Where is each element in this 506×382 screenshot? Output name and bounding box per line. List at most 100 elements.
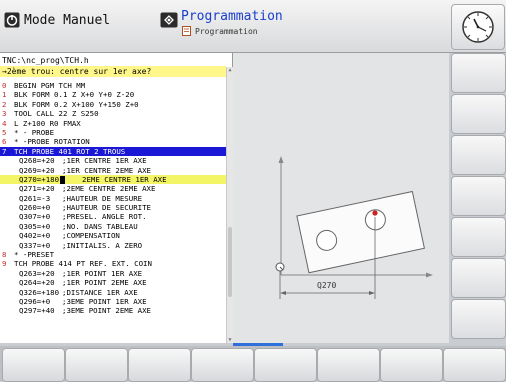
- horizontal-softkey-bar: [0, 346, 506, 382]
- softkey-right-5[interactable]: [451, 217, 506, 257]
- file-icon: [182, 26, 191, 36]
- softkey-bottom-8[interactable]: [443, 348, 506, 382]
- param-comment: ;HAUTEUR DE SECURITE: [62, 203, 151, 213]
- dimension-label: Q270: [317, 281, 336, 290]
- program-line[interactable]: 8 * -PRESET: [0, 250, 226, 259]
- param-comment: ;COMPENSATION: [62, 231, 120, 241]
- parameter-line[interactable]: Q296=+0 ;3EME POINT 1ER AXE: [0, 297, 226, 306]
- softkey-bottom-3[interactable]: [128, 348, 191, 382]
- param-value: Q264=+20: [19, 278, 55, 288]
- parameter-line[interactable]: Q269=+20 ;1ER CENTRE 2EME AXE: [0, 166, 226, 175]
- program-line[interactable]: 3 TOOL CALL 22 Z S250: [0, 109, 226, 118]
- program-edit-icon: [160, 12, 178, 28]
- line-number: 8: [2, 250, 7, 260]
- softkey-right-3[interactable]: [451, 135, 506, 175]
- softkey-right-1[interactable]: [451, 53, 506, 93]
- line-text: * -PRESET: [14, 250, 55, 260]
- param-value-input[interactable]: Q270=+180: [19, 174, 66, 185]
- parameter-line[interactable]: Q260=+0 ;HAUTEUR DE SECURITE: [0, 203, 226, 212]
- param-comment: ;HAUTEUR DE MESURE: [62, 193, 143, 203]
- program-line[interactable]: 5 * - PROBE: [0, 128, 226, 137]
- param-value: Q270=+180: [19, 174, 60, 184]
- parameter-line[interactable]: Q297=+40 ;3EME POINT 2EME AXE: [0, 306, 226, 315]
- param-value: Q337=+0: [19, 240, 51, 250]
- line-text: TCH PROBE 414 PT REF. EXT. COIN: [14, 259, 152, 269]
- dim-arrow-right-icon: [369, 291, 375, 295]
- line-text: * -PROBE ROTATION: [14, 137, 90, 147]
- softkey-bottom-6[interactable]: [317, 348, 380, 382]
- line-number: 0: [2, 81, 7, 90]
- program-mode-indicator[interactable]: Programmation Programmation: [160, 9, 360, 46]
- param-value: Q263=+20: [19, 268, 55, 278]
- line-text: TOOL CALL 22 Z S250: [14, 109, 99, 119]
- help-graphic-panel: Q270: [233, 53, 449, 343]
- param-value: Q271=+20: [19, 184, 55, 194]
- program-line[interactable]: 2 BLK FORM 0.2 X+100 Y+150 Z+0: [0, 100, 226, 109]
- softkey-right-2[interactable]: [451, 94, 506, 134]
- param-comment: ;3EME POINT 2EME AXE: [62, 306, 151, 316]
- parameter-line[interactable]: Q326=+180 ;DISTANCE 1ER AXE: [0, 288, 226, 297]
- line-text: BLK FORM 0.2 X+100 Y+150 Z+0: [14, 99, 139, 109]
- parameter-line[interactable]: Q261=-3 ;HAUTEUR DE MESURE: [0, 194, 226, 203]
- softkey-bottom-2[interactable]: [65, 348, 128, 382]
- workpiece: [296, 190, 425, 274]
- param-value: Q269=+20: [19, 165, 55, 175]
- program-line[interactable]: 9 TCH PROBE 414 PT REF. EXT. COIN: [0, 259, 226, 268]
- param-value: Q305=+0: [19, 221, 51, 231]
- line-number: 3: [2, 109, 7, 119]
- softkey-bottom-4[interactable]: [191, 348, 254, 382]
- program-sub-text: Programmation: [195, 27, 258, 36]
- scroll-thumb[interactable]: [228, 227, 232, 297]
- line-text: BEGIN PGM TCH MM: [14, 81, 86, 90]
- program-line[interactable]: 4 L Z+100 R0 FMAX: [0, 119, 226, 128]
- probe-point-icon: [372, 210, 378, 216]
- vertical-softkey-bar: [451, 53, 506, 343]
- parameter-line[interactable]: Q337=+0 ;INITIALIS. A ZERO: [0, 241, 226, 250]
- line-number: 7: [2, 146, 7, 156]
- x-axis-arrow-icon: [426, 272, 433, 278]
- parameter-line[interactable]: Q402=+0 ;COMPENSATION: [0, 231, 226, 240]
- line-text: * - PROBE: [14, 127, 55, 137]
- parameter-line[interactable]: Q268=+20 ;1ER CENTRE 1ER AXE: [0, 156, 226, 165]
- dialog-prompt: →2ème trou: centre sur 1er axe?: [0, 66, 226, 77]
- program-path: TNC:\nc_prog\TCH.h: [2, 56, 89, 65]
- parameter-line[interactable]: Q264=+20 ;1ER POINT 2EME AXE: [0, 278, 226, 287]
- mode-indicator[interactable]: Mode Manuel: [4, 6, 152, 40]
- param-comment: ;2EME CENTRE 2EME AXE: [62, 184, 156, 194]
- param-comment: 2EME CENTRE 1ER AXE: [82, 174, 167, 184]
- program-line[interactable]: 1 BLK FORM 0.1 Z X+0 Y+0 Z-20: [0, 90, 226, 99]
- program-line[interactable]: 0 BEGIN PGM TCH MM: [0, 81, 226, 90]
- line-text: L Z+100 R0 FMAX: [14, 118, 81, 128]
- program-editor[interactable]: TNC:\nc_prog\TCH.h →2ème trou: centre su…: [0, 53, 233, 343]
- softkey-right-6[interactable]: [451, 258, 506, 298]
- mode-label: Mode Manuel: [24, 13, 111, 28]
- softkey-right-4[interactable]: [451, 176, 506, 216]
- line-number: 2: [2, 99, 7, 109]
- softkey-right-7[interactable]: [451, 299, 506, 339]
- clock-button[interactable]: [451, 4, 505, 50]
- parameter-line[interactable]: Q305=+0 ;NO. DANS TABLEAU: [0, 222, 226, 231]
- program-line[interactable]: 6 * -PROBE ROTATION: [0, 137, 226, 146]
- line-number: 1: [2, 90, 7, 100]
- param-value: Q307=+0: [19, 212, 51, 222]
- softkey-bottom-7[interactable]: [380, 348, 443, 382]
- parameter-line-active[interactable]: Q270=+180 2EME CENTRE 1ER AXE: [0, 174, 226, 185]
- param-comment: ;1ER CENTRE 2EME AXE: [62, 165, 151, 175]
- param-comment: ;INITIALIS. A ZERO: [62, 240, 143, 250]
- y-axis-arrow-icon: [278, 156, 284, 163]
- vertical-scrollbar[interactable]: ▲ ▼: [226, 67, 233, 343]
- softkey-bottom-1[interactable]: [2, 348, 65, 382]
- program-line-highlighted[interactable]: 7 TCH PROBE 401 ROT 2 TROUS: [0, 146, 226, 157]
- param-comment: ;3EME POINT 1ER AXE: [62, 296, 147, 306]
- parameter-line[interactable]: Q271=+20 ;2EME CENTRE 2EME AXE: [0, 184, 226, 193]
- parameter-line[interactable]: Q307=+0 ;PRESEL. ANGLE ROT.: [0, 212, 226, 221]
- softkey-bottom-5[interactable]: [254, 348, 317, 382]
- parameter-line[interactable]: Q263=+20 ;1ER POINT 1ER AXE: [0, 269, 226, 278]
- line-number: 9: [2, 259, 7, 269]
- power-hand-icon: [4, 12, 20, 28]
- cycle-help-graphic: Q270: [275, 156, 433, 299]
- param-comment: ;DISTANCE 1ER AXE: [62, 287, 138, 297]
- param-comment: ;1ER POINT 1ER AXE: [62, 268, 143, 278]
- param-value: Q326=+180: [19, 287, 60, 297]
- text-cursor: [60, 175, 66, 184]
